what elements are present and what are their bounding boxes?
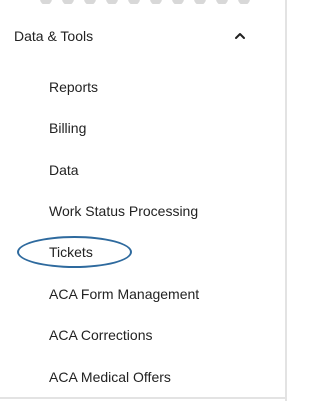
data-tools-section-header[interactable]: Data & Tools bbox=[0, 22, 285, 50]
cutoff-decoration bbox=[40, 0, 280, 4]
menu-item-reports[interactable]: Reports bbox=[49, 76, 269, 98]
tickets-highlight-ellipse bbox=[17, 236, 132, 268]
right-divider bbox=[285, 0, 287, 401]
menu-item-aca-corrections[interactable]: ACA Corrections bbox=[49, 324, 269, 346]
menu-item-work-status-processing[interactable]: Work Status Processing bbox=[49, 200, 269, 222]
menu-item-data[interactable]: Data bbox=[49, 159, 269, 181]
menu-item-aca-form-management[interactable]: ACA Form Management bbox=[49, 283, 269, 305]
chevron-up-icon[interactable] bbox=[233, 29, 247, 43]
section-title: Data & Tools bbox=[14, 28, 94, 44]
menu-item-billing[interactable]: Billing bbox=[49, 117, 269, 139]
sidebar-panel: Data & Tools Reports Billing Data Work S… bbox=[0, 0, 291, 401]
menu-item-aca-medical-offers[interactable]: ACA Medical Offers bbox=[49, 366, 269, 388]
bottom-divider bbox=[0, 397, 287, 399]
